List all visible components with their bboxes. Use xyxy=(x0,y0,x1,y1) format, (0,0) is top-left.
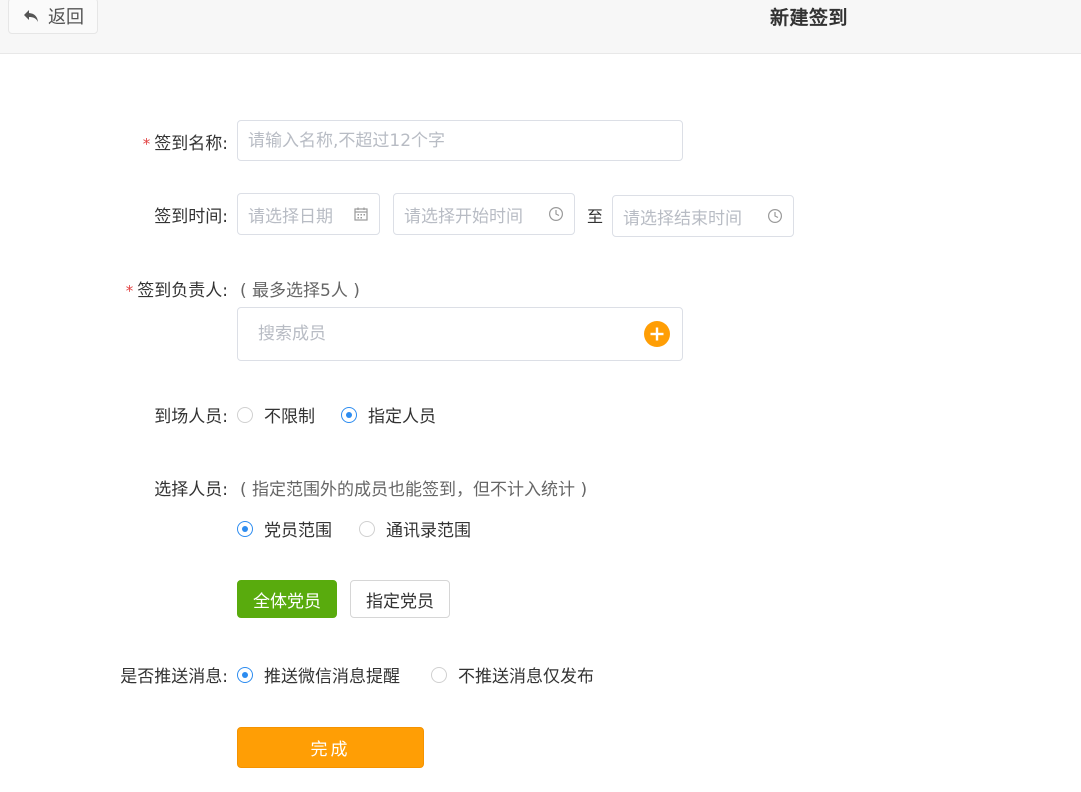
owner-hint: ( 最多选择5人 ) xyxy=(240,281,360,301)
radio-label: 指定人员 xyxy=(368,407,436,427)
radio-label: 不限制 xyxy=(264,407,315,427)
back-label: 返回 xyxy=(48,7,84,28)
radio-specified-people[interactable]: 指定人员 xyxy=(341,402,436,427)
time-label: 签到时间: xyxy=(154,207,228,227)
calendar-icon xyxy=(354,207,368,221)
radio-circle xyxy=(431,666,447,683)
clock-icon xyxy=(767,208,783,224)
push-label: 是否推送消息: xyxy=(120,667,228,687)
owner-label: 签到负责人: xyxy=(137,281,228,301)
all-members-button[interactable]: 全体党员 xyxy=(237,580,337,618)
end-time-picker[interactable]: 请选择结束时间 xyxy=(612,195,794,237)
time-separator: 至 xyxy=(587,207,604,226)
page-title: 新建签到 xyxy=(770,7,849,29)
select-people-hint: ( 指定范围外的成员也能签到，但不计入统计 ) xyxy=(240,480,588,500)
add-member-icon[interactable] xyxy=(644,321,670,347)
radio-circle-selected xyxy=(237,520,253,537)
name-input[interactable] xyxy=(237,120,683,161)
attendees-label: 到场人员: xyxy=(154,407,228,427)
radio-circle xyxy=(359,520,375,537)
radio-party-scope[interactable]: 党员范围 xyxy=(237,516,332,541)
select-people-label: 选择人员: xyxy=(154,480,228,500)
start-time-placeholder: 请选择开始时间 xyxy=(404,206,523,227)
radio-label: 通讯录范围 xyxy=(386,521,471,541)
end-time-placeholder: 请选择结束时间 xyxy=(623,208,742,229)
name-label-row: * 签到名称: xyxy=(143,129,228,154)
back-arrow-icon xyxy=(24,9,38,22)
radio-contacts-scope[interactable]: 通讯录范围 xyxy=(359,516,471,541)
owner-label-row: * 签到负责人: xyxy=(126,276,228,301)
top-bar: 返回 新建签到 xyxy=(0,0,1081,54)
radio-circle-selected xyxy=(341,406,357,423)
start-time-picker[interactable]: 请选择开始时间 xyxy=(393,193,575,235)
name-label: 签到名称: xyxy=(154,134,228,154)
radio-circle xyxy=(237,406,253,423)
submit-button[interactable]: 完成 xyxy=(237,727,424,768)
radio-no-push[interactable]: 不推送消息仅发布 xyxy=(431,662,594,687)
radio-label: 党员范围 xyxy=(264,521,332,541)
radio-unlimited[interactable]: 不限制 xyxy=(237,402,315,427)
clock-icon xyxy=(548,206,564,222)
radio-label: 不推送消息仅发布 xyxy=(458,667,594,687)
radio-label: 推送微信消息提醒 xyxy=(264,667,400,687)
required-mark: * xyxy=(142,135,151,153)
member-search-input[interactable] xyxy=(237,307,683,361)
date-picker[interactable]: 请选择日期 xyxy=(237,193,380,235)
required-mark: * xyxy=(125,282,134,300)
specified-members-button[interactable]: 指定党员 xyxy=(350,580,450,618)
back-button[interactable]: 返回 xyxy=(8,0,98,34)
date-placeholder: 请选择日期 xyxy=(248,206,333,227)
radio-circle-selected xyxy=(237,666,253,683)
radio-push-wechat[interactable]: 推送微信消息提醒 xyxy=(237,662,400,687)
